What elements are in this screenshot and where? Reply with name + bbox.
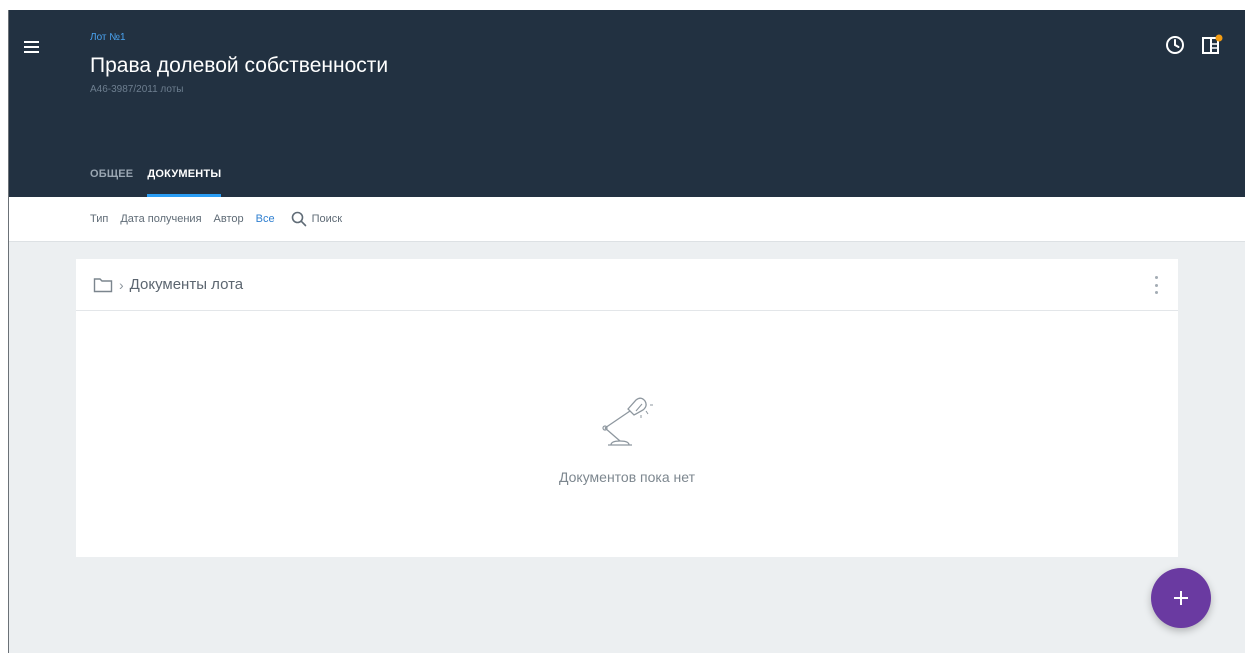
notification-dot [1215,34,1223,42]
filter-date[interactable]: Дата получения [120,213,201,225]
card-header: › Документы лота [76,259,1178,311]
tab-general[interactable]: ОБЩЕЕ [90,166,133,197]
panel-icon[interactable] [1200,33,1224,57]
plus-icon [1174,591,1188,605]
search-label: Поиск [311,213,343,225]
filter-bar: Тип Дата получения Автор Все Поиск [9,197,1245,242]
page-header: Лот №1 Права долевой собственности А46-3… [9,10,1245,197]
folder-title: Документы лота [129,276,244,293]
lot-label[interactable]: Лот №1 [90,32,126,43]
page-subtitle: А46-3987/2011 лоты [90,84,184,95]
empty-state-text: Документов пока нет [558,469,695,485]
breadcrumb-separator: › [119,276,124,293]
search-button[interactable]: Поиск [291,211,342,227]
documents-card: › Документы лота Документов пока нет [76,259,1178,557]
page-title: Права долевой собственности [90,54,389,77]
search-icon [291,211,306,227]
filter-all[interactable]: Все [256,213,275,225]
history-icon[interactable] [1163,33,1187,57]
add-document-button[interactable] [1151,568,1211,628]
menu-icon[interactable] [24,36,46,58]
breadcrumb: › Документы лота [93,276,243,293]
folder-icon[interactable] [93,277,113,293]
tab-documents[interactable]: ДОКУМЕНТЫ [147,166,222,197]
more-options-icon[interactable] [1152,276,1160,294]
app-window: Лот №1 Права долевой собственности А46-3… [8,10,1245,653]
filter-type[interactable]: Тип [90,213,108,225]
filter-author[interactable]: Автор [214,213,244,225]
desk-lamp-icon [602,397,653,446]
tab-bar: ОБЩЕЕ ДОКУМЕНТЫ [90,166,222,197]
